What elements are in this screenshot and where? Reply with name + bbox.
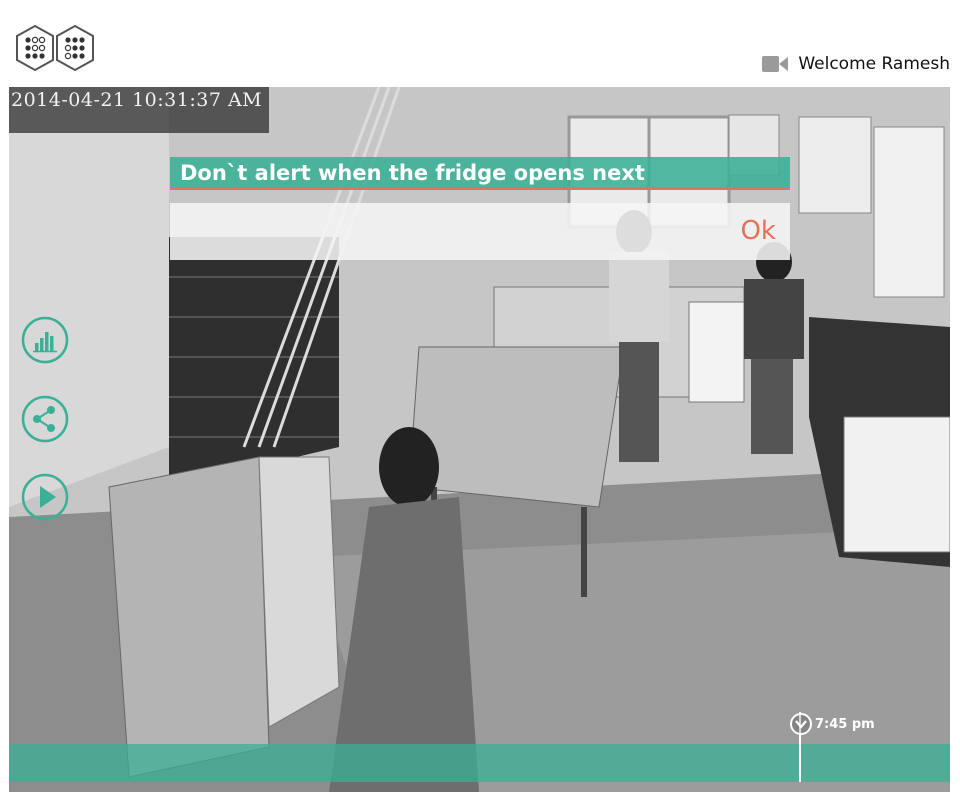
bar-chart-icon[interactable] — [21, 316, 69, 364]
share-icon[interactable] — [21, 395, 69, 443]
ok-button[interactable]: Ok — [736, 213, 780, 249]
logo — [16, 24, 94, 72]
video-camera-icon[interactable] — [762, 55, 789, 73]
video-timestamp: 2014-04-21 10:31:37 AM — [9, 87, 269, 133]
welcome-text: Welcome Ramesh — [798, 54, 950, 74]
timeline-time-label: 7:45 pm — [815, 717, 875, 732]
alert-dialog: Ok — [170, 203, 790, 260]
play-icon[interactable] — [21, 473, 69, 521]
chevron-down-pin-icon[interactable] — [789, 712, 813, 736]
camera-feed: 2014-04-21 10:31:37 AM Don`t alert when … — [9, 87, 950, 792]
alert-message: Don`t alert when the fridge opens next — [170, 157, 790, 190]
timeline-bar[interactable] — [9, 744, 950, 782]
kitchen-scene-image — [9, 87, 950, 792]
user-welcome: Welcome Ramesh — [762, 52, 950, 76]
